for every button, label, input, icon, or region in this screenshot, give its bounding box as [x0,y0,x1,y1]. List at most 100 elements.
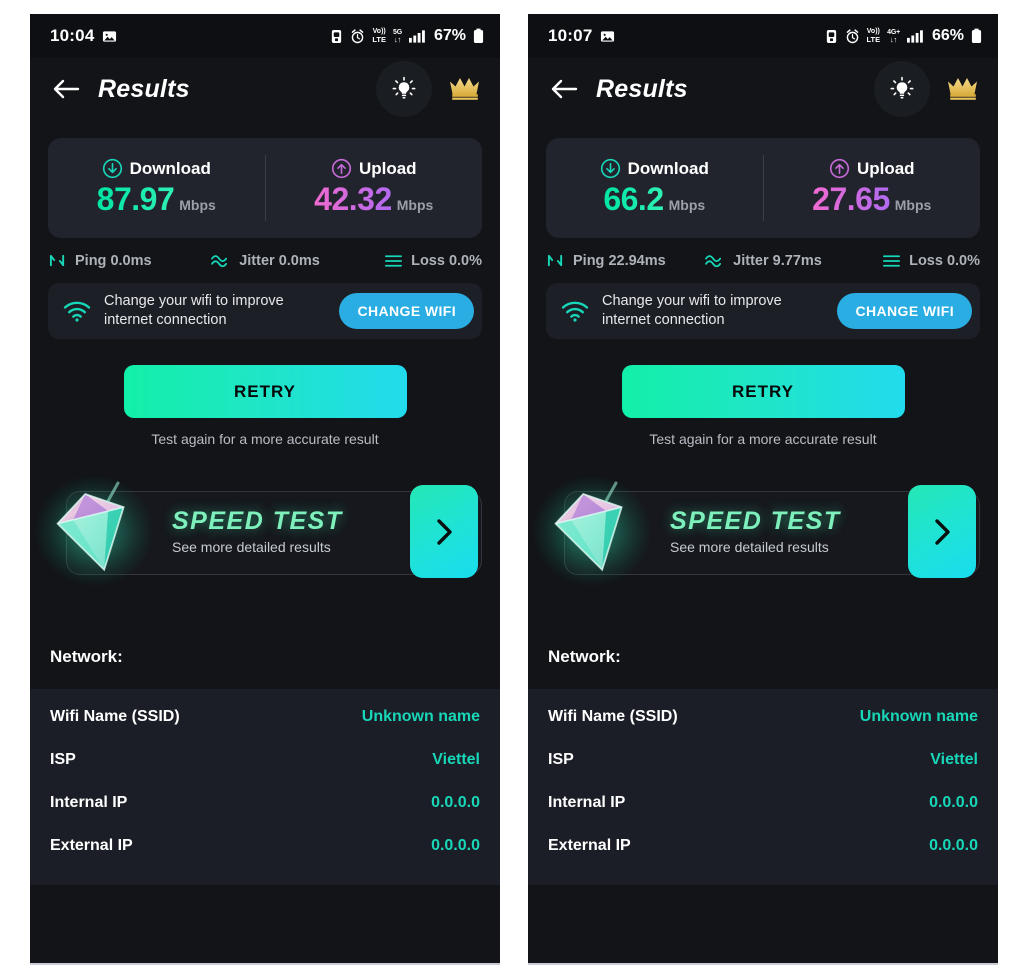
upload-value: 27.65 [812,181,890,217]
crown-icon[interactable] [946,76,980,102]
app-header: Results [528,58,998,120]
lightbulb-icon[interactable] [874,61,930,117]
diamond-gem-icon [530,471,655,589]
chevron-right-icon[interactable] [410,485,478,578]
status-icons: Vo)) LTE 4G+ ↓↑ 66% [825,27,982,45]
upload-value: 42.32 [314,181,392,217]
network-arrows: ↓↑ [890,34,898,44]
table-row: ISP Viettel [50,738,480,781]
status-bar: 10:07 Vo)) LTE 4G+ ↓↑ 66% [528,14,998,58]
retry-button[interactable]: RETRY [123,365,407,418]
network-section-title: Network: [548,647,621,666]
change-wifi-banner: Change your wifi to improve internet con… [546,283,980,339]
battery-percent: 67% [433,27,466,44]
speed-test-promo[interactable]: SPEED TEST See more detailed results [34,475,482,587]
change-wifi-button[interactable]: CHANGE WIFI [837,293,972,329]
network-section-title: Network: [50,647,123,666]
wifi-banner-line1: Change your wifi to improve [602,293,782,310]
loss-metric: Loss 0.0% [337,253,482,269]
download-header: Download [600,158,709,179]
row-key: Internal IP [50,793,128,811]
wifi-banner-line2: internet connection [602,312,725,328]
metrics-row: Ping 22.94ms Jitter 9.77ms Loss 0.0% [546,252,980,269]
promo-text: SPEED TEST See more detailed results [670,507,841,555]
page-title: Results [98,74,190,103]
jitter-text: Jitter 9.77ms [733,252,822,269]
status-time: 10:04 [50,26,95,45]
network-type-icon: 4G+ ↓↑ [887,29,900,44]
row-key: External IP [50,836,133,854]
promo-subtitle: See more detailed results [172,539,331,555]
wifi-icon [560,299,590,323]
status-icons: Vo)) LTE 5G ↓↑ 67% [330,27,484,45]
speed-test-promo[interactable]: SPEED TEST See more detailed results [532,475,980,587]
signal-bars-icon [408,29,426,43]
row-value: Viettel [930,750,978,768]
row-key: ISP [548,750,574,768]
loss-text: Loss 0.0% [909,252,981,269]
network-table: Wifi Name (SSID) Unknown name ISP Viette… [528,689,998,885]
speed-result-card: Download 66.2 Mbps Upload 27.65 Mbps [546,138,980,238]
sim-icon [825,29,838,44]
volte-icon: Vo)) LTE [372,28,386,43]
upload-unit: Mbps [894,197,932,213]
retry-area: RETRY Test again for a more accurate res… [30,365,500,447]
download-value-row: 87.97 Mbps [97,181,216,218]
battery-icon [473,28,484,44]
download-column: Download 66.2 Mbps [546,158,763,218]
change-wifi-button[interactable]: CHANGE WIFI [339,293,474,329]
phone-screen-right: 10:07 Vo)) LTE 4G+ ↓↑ 66% Results Downlo… [528,14,998,965]
row-key: External IP [548,836,631,854]
jitter-icon [704,252,725,269]
row-value: Viettel [432,750,480,768]
wifi-banner-line1: Change your wifi to improve [104,293,284,310]
screenshot-stage: 10:04 Vo)) LTE 5G ↓↑ 67% Results Downloa… [0,0,1020,980]
wifi-banner-text: Change your wifi to improve internet con… [104,292,284,330]
upload-unit: Mbps [396,197,434,213]
row-key: Wifi Name (SSID) [548,707,678,725]
network-arrows: ↓↑ [393,34,402,44]
ping-text: Ping 22.94ms [573,252,666,269]
row-value: 0.0.0.0 [431,836,480,854]
upload-arrow-icon [829,158,850,179]
upload-label: Upload [358,158,417,178]
download-label: Download [627,158,709,178]
ping-text: Ping 0.0ms [75,252,152,269]
upload-arrow-icon [331,158,352,179]
sim-icon [330,29,343,44]
retry-button[interactable]: RETRY [621,365,905,418]
row-key: ISP [50,750,76,768]
back-arrow-icon[interactable] [48,70,86,108]
battery-percent: 66% [931,27,964,44]
status-time: 10:07 [548,26,593,45]
download-unit: Mbps [179,197,216,213]
jitter-icon [210,252,231,269]
change-wifi-banner: Change your wifi to improve internet con… [48,283,482,339]
crown-icon[interactable] [448,76,482,102]
ping-metric: Ping 0.0ms [48,252,193,269]
back-arrow-icon[interactable] [546,70,584,108]
promo-title: SPEED TEST [670,507,841,535]
volte-icon: Vo)) LTE [867,28,881,43]
lightbulb-icon[interactable] [376,61,432,117]
volte-sub: LTE [372,34,387,44]
upload-label: Upload [856,158,915,178]
chevron-right-icon[interactable] [908,485,976,578]
row-value: 0.0.0.0 [929,793,978,811]
wifi-icon [62,299,92,323]
download-arrow-icon [102,158,123,179]
table-row: Internal IP 0.0.0.0 [548,781,978,824]
row-value: 0.0.0.0 [929,836,978,854]
promo-text: SPEED TEST See more detailed results [172,507,343,555]
upload-value-row: 42.32 Mbps [314,181,433,218]
table-row: ISP Viettel [548,738,978,781]
upload-value-row: 27.65 Mbps [812,181,931,218]
ping-icon [546,252,565,269]
header-actions [376,61,482,117]
download-label: Download [129,158,211,178]
alarm-icon [845,28,860,44]
table-row: Wifi Name (SSID) Unknown name [548,695,978,738]
upload-header: Upload [829,158,915,179]
table-row: External IP 0.0.0.0 [548,824,978,867]
upload-column: Upload 42.32 Mbps [266,158,483,218]
